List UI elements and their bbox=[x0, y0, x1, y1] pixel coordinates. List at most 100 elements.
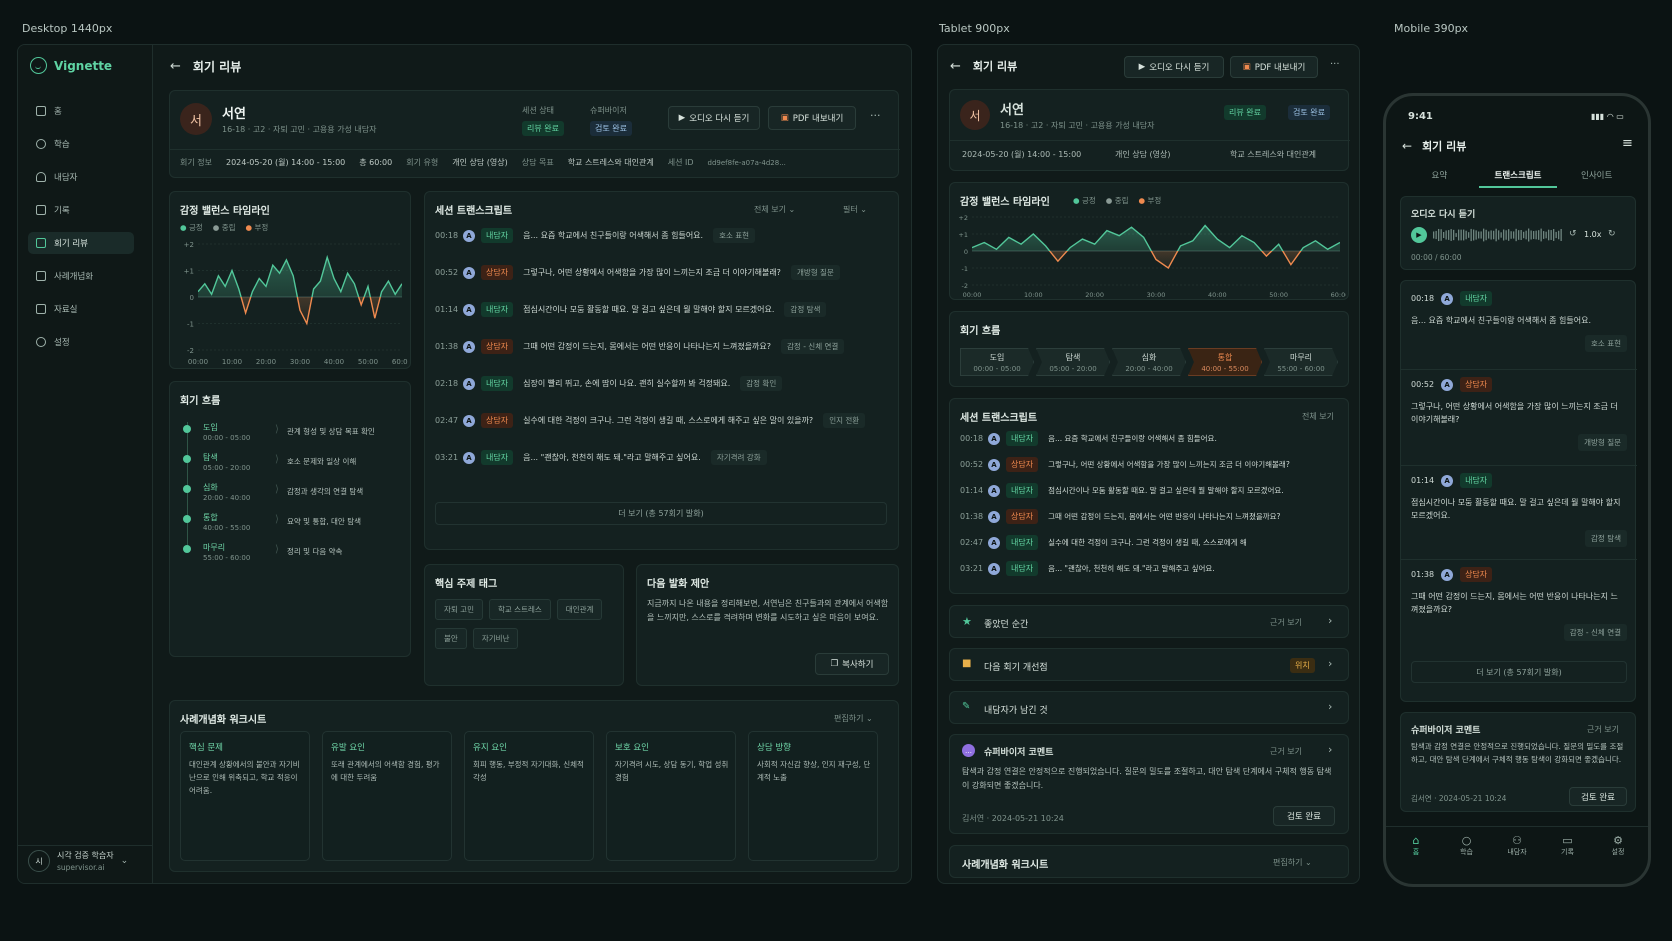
forward-icon[interactable]: ↻ bbox=[1608, 229, 1616, 239]
audio-title: 오디오 다시 듣기 bbox=[1411, 210, 1476, 220]
transcript-more-button[interactable]: 더 보기 (총 57회기 발화) bbox=[435, 502, 887, 525]
sidebar-item-records[interactable]: 기록 bbox=[28, 199, 134, 221]
transcript-row[interactable]: 01:38 A 상담자 그때 어떤 감정이 드는지, 몸에서는 어떤 반응이 나타나는… bbox=[435, 339, 845, 354]
speaker-avatar: A bbox=[988, 536, 1000, 549]
sidebar-item-case[interactable]: 사례개념화 bbox=[28, 265, 134, 287]
worksheet-card: 사례개념화 워크시트 편집하기 ⌄ 핵심 문제 대인관계 상황에서의 불안과 자기… bbox=[169, 700, 899, 872]
mobile-transcript-item[interactable]: 01:38 A 상담자 그때 어떤 감정이 드는지, 몸에서는 어떤 반응이 나타나는… bbox=[1411, 567, 1627, 651]
transcript-row[interactable]: 03:21 A 내담자 음... "괜찮아, 천천히 해도 돼."라고 말해주고 싶어… bbox=[435, 450, 767, 465]
topic-tag[interactable]: 불안 bbox=[435, 628, 467, 649]
tablet-transcript-row[interactable]: 00:52 A 상담자 그렇구나, 어떤 상황에서 어색함을 가장 많이 느끼는지 조… bbox=[960, 457, 1290, 472]
topic-tag[interactable]: 자기비난 bbox=[472, 628, 519, 649]
app-logo[interactable]: Vignette bbox=[30, 57, 112, 74]
wave-bar bbox=[1453, 229, 1455, 241]
rewind-icon[interactable]: ↺ bbox=[1569, 229, 1577, 239]
sidebar-item-clients[interactable]: 내담자 bbox=[28, 166, 134, 188]
view-all-link[interactable]: 전체 보기 ⌄ bbox=[754, 204, 795, 215]
tablet-view-all-link[interactable]: 전체 보기 bbox=[1302, 411, 1334, 422]
back-arrow-icon[interactable]: ← bbox=[950, 59, 961, 74]
sidebar-item-library[interactable]: 자료실 bbox=[28, 298, 134, 320]
sidebar-item-learn[interactable]: 학습 bbox=[28, 133, 134, 155]
nav-learn[interactable]: ○ 학습 bbox=[1443, 834, 1491, 857]
status-label: 세션 상태 bbox=[522, 106, 554, 115]
client-left-row[interactable]: ✎ 내담자가 남긴 것 › bbox=[949, 691, 1349, 724]
edit-link[interactable]: 편집하기 ⌄ bbox=[834, 713, 873, 724]
supervisor-link[interactable]: 근거 보기 bbox=[1270, 746, 1302, 757]
nav-clients[interactable]: ⚇ 내담자 bbox=[1493, 834, 1541, 857]
tablet-transcript-row[interactable]: 02:47 A 내담자 실수에 대한 걱정이 크구나. 그런 걱정이 생길 때, 스스… bbox=[960, 535, 1247, 550]
user-icon bbox=[36, 172, 46, 182]
worksheet-column[interactable]: 유지 요인 회피 행동, 부정적 자기대화, 신체적 각성 bbox=[464, 731, 594, 861]
sidebar-item-home[interactable]: 홈 bbox=[28, 100, 134, 122]
wave-bar bbox=[1515, 228, 1517, 242]
copy-button[interactable]: ❐ 복사하기 bbox=[815, 653, 889, 675]
more-icon[interactable]: ··· bbox=[870, 109, 881, 122]
back-arrow-icon[interactable]: ← bbox=[170, 59, 181, 74]
mobile-supervisor-card: 슈퍼바이저 코멘트 근거 보기 탐색과 감정 연결은 안정적으로 진행되었습니다… bbox=[1400, 712, 1636, 812]
mobile-more-button[interactable]: 더 보기 (총 57회기 발화) bbox=[1411, 661, 1627, 683]
tab-summary[interactable]: 요약 bbox=[1400, 164, 1479, 188]
tablet-transcript-row[interactable]: 03:21 A 내담자 음... "괜찮아, 천천히 해도 돼."라고 말해주고 싶어… bbox=[960, 561, 1215, 576]
tablet-flow-step[interactable]: 탐색 05:00 - 20:00 bbox=[1036, 348, 1110, 376]
worksheet-column[interactable]: 상담 방향 사회적 자신감 향상, 인지 재구성, 단계적 노출 bbox=[748, 731, 878, 861]
tablet-pdf-button[interactable]: ▣ PDF 내보내기 bbox=[1230, 56, 1318, 78]
review-done-button[interactable]: 검토 완료 bbox=[1273, 806, 1335, 826]
back-arrow-icon[interactable]: ← bbox=[1402, 139, 1412, 153]
topic-tag[interactable]: 자퇴 고민 bbox=[435, 599, 483, 620]
topic-tag[interactable]: 학교 스트레스 bbox=[488, 599, 551, 620]
filter-link[interactable]: 필터 ⌄ bbox=[843, 204, 867, 215]
worksheet-column[interactable]: 보호 요인 자기격려 시도, 상담 동기, 학업 성취 경험 bbox=[606, 731, 736, 861]
pdf-export-button[interactable]: ▣ PDF 내보내기 bbox=[768, 106, 856, 130]
nav-home[interactable]: ⌂ 홈 bbox=[1392, 834, 1440, 857]
tablet-flow-step[interactable]: 도입 00:00 - 05:00 bbox=[960, 348, 1034, 376]
transcript-row[interactable]: 02:47 A 상담자 실수에 대한 걱정이 크구나. 그런 걱정이 생길 때, 스스… bbox=[435, 413, 866, 428]
supervisor-link[interactable]: 근거 보기 bbox=[1587, 724, 1619, 735]
tablet-transcript-row[interactable]: 01:38 A 상담자 그때 어떤 감정이 드는지, 몸에서는 어떤 반응이 나타나는… bbox=[960, 509, 1281, 524]
tablet-edit-link[interactable]: 편집하기 ⌄ bbox=[1273, 857, 1312, 868]
audio-waveform[interactable] bbox=[1433, 227, 1563, 243]
audio-replay-button[interactable]: ▶ 오디오 다시 듣기 bbox=[668, 106, 760, 130]
mobile-transcript-item[interactable]: 00:18 A 내담자 음... 요즘 학교에서 친구들이랑 어색해서 좀 힘들어요.… bbox=[1401, 291, 1637, 375]
tablet-flow-step[interactable]: 심화 20:00 - 40:00 bbox=[1112, 348, 1186, 376]
play-icon[interactable]: ▶ bbox=[1411, 227, 1427, 243]
worksheet-column[interactable]: 핵심 문제 대인관계 상황에서의 불안과 자기비난으로 인해 위축되고, 학교 적… bbox=[180, 731, 310, 861]
wave-bar bbox=[1440, 229, 1442, 241]
good-moment-link[interactable]: 근거 보기 bbox=[1270, 617, 1302, 628]
tablet-audio-button[interactable]: ▶ 오디오 다시 듣기 bbox=[1124, 56, 1224, 78]
speaker-avatar: A bbox=[988, 562, 1000, 575]
tablet-worksheet-row[interactable]: 사례개념화 워크시트 편집하기 ⌄ bbox=[949, 845, 1349, 878]
tablet-client-card: 서 서연 16-18 · 고2 · 자퇴 고민 · 고용용 가성 내담자 리뷰 … bbox=[949, 89, 1350, 171]
tablet-datetime: 2024-05-20 (월) 14:00 - 15:00 bbox=[962, 150, 1082, 159]
mobile-review-done-button[interactable]: 검토 완료 bbox=[1569, 787, 1627, 806]
wave-bar bbox=[1540, 228, 1542, 242]
improve-row[interactable]: ■ 다음 회기 개선점 위치 › bbox=[949, 648, 1349, 681]
good-moment-row[interactable]: ★ 좋았던 순간 근거 보기 › bbox=[949, 605, 1349, 638]
client-avatar: 서 bbox=[960, 100, 990, 130]
tab-insight[interactable]: 인사이트 bbox=[1557, 164, 1636, 188]
transcript-row[interactable]: 00:18 A 내담자 음... 요즘 학교에서 친구들이랑 어색해서 좀 힘들어요.… bbox=[435, 228, 756, 243]
transcript-row[interactable]: 01:14 A 내담자 점심시간이나 모둠 활동할 때요. 말 걸고 싶은데 뭘 말해… bbox=[435, 302, 827, 317]
speed-control[interactable]: 1.0x bbox=[1584, 230, 1601, 239]
tab-transcript[interactable]: 트랜스크립트 bbox=[1478, 164, 1558, 188]
wave-bar bbox=[1478, 231, 1480, 239]
transcript-row[interactable]: 00:52 A 상담자 그렇구나, 어떤 상황에서 어색함을 가장 많이 느끼는지 조… bbox=[435, 265, 840, 280]
user-menu[interactable]: 시 시각 검증 학습자 supervisor.ai ⌄ bbox=[28, 850, 128, 872]
wave-bar bbox=[1455, 233, 1457, 237]
tablet-transcript-row[interactable]: 01:14 A 내담자 점심시간이나 모둠 활동할 때요. 말 걸고 싶은데 뭘 말해… bbox=[960, 483, 1284, 498]
x-tick-label: 30:00 bbox=[1147, 291, 1166, 299]
nav-settings[interactable]: ⚙ 설정 bbox=[1594, 834, 1642, 857]
transcript-row[interactable]: 02:18 A 내담자 심장이 빨리 뛰고, 손에 땀이 나요. 괜히 실수할까 봐 … bbox=[435, 376, 783, 391]
mobile-transcript-item[interactable]: 00:52 A 상담자 그렇구나, 어떤 상황에서 어색함을 가장 많이 느끼는지 조… bbox=[1401, 377, 1637, 466]
sidebar-item-review[interactable]: 회기 리뷰 bbox=[28, 232, 134, 254]
nav-records[interactable]: ▭ 기록 bbox=[1544, 834, 1592, 857]
menu-icon[interactable]: ≡ bbox=[1622, 136, 1633, 151]
tablet-more-icon[interactable]: ··· bbox=[1330, 59, 1340, 70]
tablet-flow-step[interactable]: 통합 40:00 - 55:00 bbox=[1188, 348, 1262, 376]
mobile-transcript-item[interactable]: 01:14 A 내담자 점심시간이나 모둠 활동할 때요. 말 걸고 싶은데 뭘 말해… bbox=[1401, 473, 1637, 560]
tablet-flow-step[interactable]: 마무리 55:00 - 60:00 bbox=[1264, 348, 1338, 376]
topic-tag[interactable]: 대인관계 bbox=[556, 599, 603, 620]
copy-icon: ❐ bbox=[830, 659, 839, 669]
worksheet-column[interactable]: 유발 요인 또래 관계에서의 어색함 경험, 평가에 대한 두려움 bbox=[322, 731, 452, 861]
sidebar-item-settings[interactable]: 설정 bbox=[28, 331, 134, 353]
tablet-transcript-row[interactable]: 00:18 A 내담자 음... 요즘 학교에서 친구들이랑 어색해서 좀 힘들어요. bbox=[960, 431, 1217, 446]
